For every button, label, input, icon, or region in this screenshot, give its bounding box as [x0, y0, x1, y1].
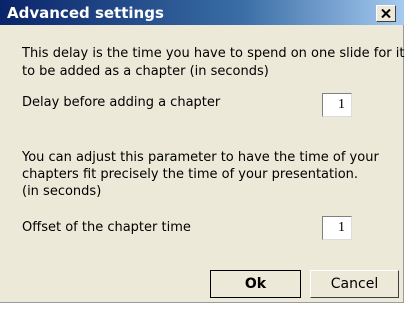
delay-label: Delay before adding a chapter: [22, 95, 221, 110]
offset-input[interactable]: [322, 216, 352, 240]
offset-description-line-1: You can adjust this parameter to have th…: [22, 150, 379, 165]
title-bar[interactable]: Advanced settings: [0, 0, 404, 25]
advanced-settings-dialog: Advanced settings This delay is the time…: [0, 0, 404, 303]
delay-description-line-2: to be added as a chapter (in seconds): [22, 64, 269, 79]
offset-label: Offset of the chapter time: [22, 220, 191, 235]
offset-description-line-2: chapters fit precisely the time of your …: [22, 167, 359, 182]
offset-description-line-3: (in seconds): [22, 184, 102, 199]
ok-button[interactable]: Ok: [210, 270, 301, 298]
close-icon: [381, 9, 391, 18]
delay-description-line-1: This delay is the time you have to spend…: [22, 46, 405, 61]
dialog-title: Advanced settings: [7, 4, 164, 22]
cancel-button[interactable]: Cancel: [310, 270, 399, 298]
delay-input[interactable]: [322, 93, 352, 117]
close-button[interactable]: [376, 5, 396, 22]
